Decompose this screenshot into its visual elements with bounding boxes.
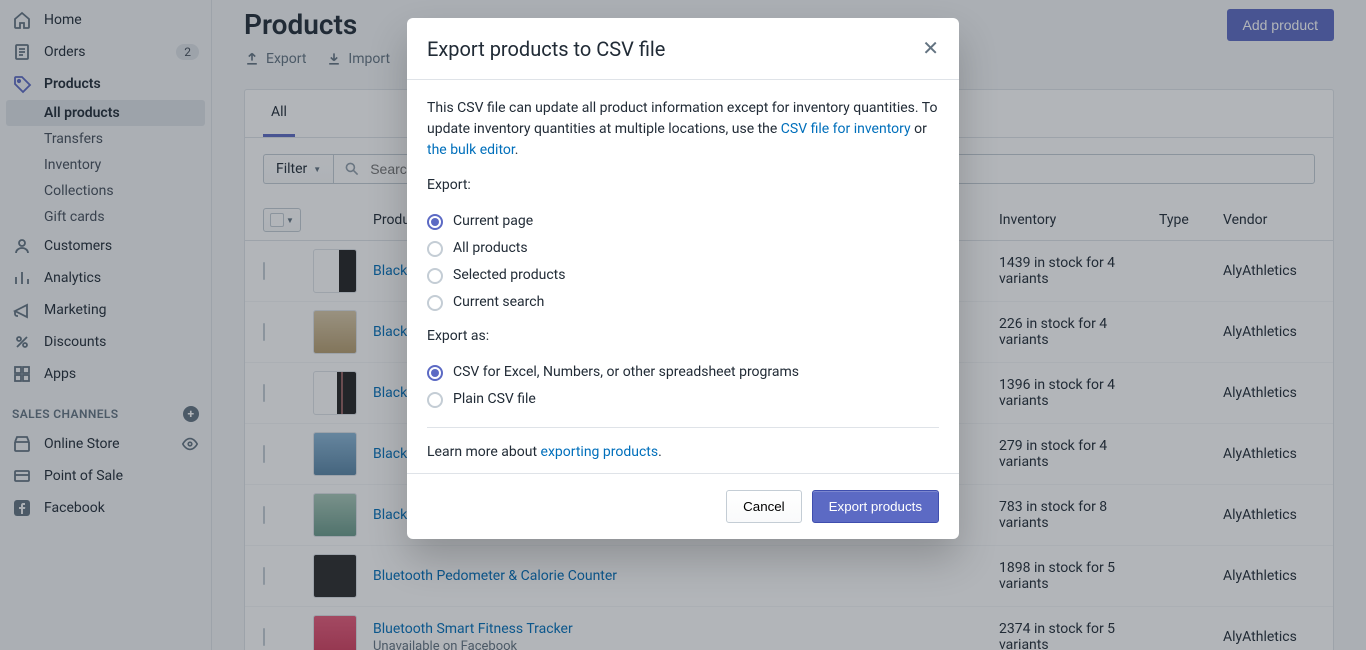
radio-csv-plain[interactable]: Plain CSV file: [427, 386, 939, 413]
radio-current-page[interactable]: Current page: [427, 208, 939, 235]
radio-icon: [427, 295, 443, 311]
intro-end: .: [515, 142, 519, 158]
csv-inventory-link[interactable]: CSV file for inventory: [781, 121, 911, 137]
radio-label: Selected products: [453, 265, 565, 286]
radio-current-search[interactable]: Current search: [427, 289, 939, 316]
exporting-products-link[interactable]: exporting products: [541, 444, 659, 460]
radio-icon: [427, 365, 443, 381]
radio-csv-excel[interactable]: CSV for Excel, Numbers, or other spreads…: [427, 359, 939, 386]
learn-end: .: [658, 444, 662, 460]
radio-label: CSV for Excel, Numbers, or other spreads…: [453, 362, 799, 383]
close-button[interactable]: ✕: [922, 36, 939, 61]
learn-more: Learn more about exporting products.: [427, 442, 939, 463]
radio-icon: [427, 241, 443, 257]
radio-icon: [427, 268, 443, 284]
radio-label: Current search: [453, 292, 544, 313]
radio-all-products[interactable]: All products: [427, 235, 939, 262]
export-scope-label: Export:: [427, 175, 939, 196]
cancel-button[interactable]: Cancel: [726, 490, 802, 523]
bulk-editor-link[interactable]: the bulk editor: [427, 142, 515, 158]
radio-label: All products: [453, 238, 528, 259]
export-as-label: Export as:: [427, 326, 939, 347]
modal-title: Export products to CSV file: [427, 37, 665, 61]
radio-icon: [427, 214, 443, 230]
learn-text: Learn more about: [427, 444, 541, 460]
modal-intro: This CSV file can update all product inf…: [427, 98, 939, 161]
export-products-button[interactable]: Export products: [812, 490, 939, 523]
export-modal: Export products to CSV file ✕ This CSV f…: [407, 18, 959, 539]
radio-label: Current page: [453, 211, 533, 232]
intro-or: or: [911, 121, 927, 137]
radio-selected-products[interactable]: Selected products: [427, 262, 939, 289]
close-icon: ✕: [922, 38, 939, 60]
modal-overlay[interactable]: Export products to CSV file ✕ This CSV f…: [0, 0, 1366, 650]
radio-icon: [427, 392, 443, 408]
radio-label: Plain CSV file: [453, 389, 536, 410]
